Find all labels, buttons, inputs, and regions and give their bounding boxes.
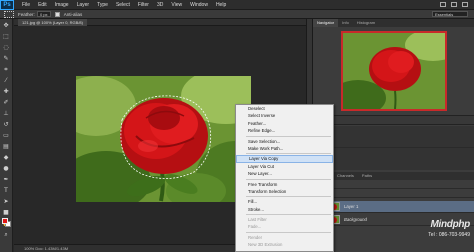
styles-label: Styles — [313, 140, 474, 148]
context-menu-item-deselect[interactable]: Deselect — [236, 105, 333, 112]
eraser-tool-icon[interactable]: ▭ — [2, 131, 11, 140]
history-brush-tool-icon[interactable]: ↺ — [2, 120, 11, 129]
layers-tabs: LayersChannelsPaths — [313, 172, 474, 180]
menu-separator — [246, 196, 331, 198]
window-controls — [440, 2, 474, 7]
document-tab[interactable]: 121.jpg @ 100% (Layer 0, RGB/8) — [18, 19, 87, 26]
menu-select[interactable]: Select — [112, 0, 134, 10]
menu-separator — [246, 178, 331, 180]
context-menu-item-layer-via-cut[interactable]: Layer Via Cut — [236, 163, 333, 170]
context-menu-item-refine-edge[interactable]: Refine Edge... — [236, 127, 333, 134]
close-icon[interactable] — [462, 2, 468, 7]
menu-filter[interactable]: Filter — [134, 0, 153, 10]
context-menu-item-select-inverse[interactable]: Select Inverse — [236, 112, 333, 119]
workspace-select[interactable]: Essentials — [432, 11, 468, 17]
healing-tool-icon[interactable]: ✚ — [2, 87, 11, 96]
menu-separator — [246, 153, 331, 155]
antialias-label: Anti-alias — [63, 11, 83, 17]
tools-panel: ✥ ⬚ ◌ ✎ ⌗ ⁄ ✚ ✐ ⊥ ↺ ▭ ▤ ◆ ● ✒ T ➤ ■ ✋ ⌕ — [0, 19, 13, 252]
menu-3d[interactable]: 3D — [153, 0, 167, 10]
clone-stamp-tool-icon[interactable]: ⊥ — [2, 109, 11, 118]
marquee-tool-icon[interactable]: ⬚ — [2, 32, 11, 41]
context-menu-item-free-transform[interactable]: Free Transform — [236, 181, 333, 188]
styles-panel: Styles — [313, 126, 474, 170]
context-menu-item-transform-selection[interactable]: Transform Selection — [236, 188, 333, 195]
navigator-tabs: Navigator Info Histogram — [313, 19, 474, 27]
minimize-icon[interactable] — [440, 2, 446, 7]
eyedropper-tool-icon[interactable]: ⁄ — [2, 76, 11, 85]
marquee-tool-preset-icon[interactable] — [4, 10, 14, 18]
menu-separator — [246, 231, 331, 233]
layer-name: Layer 1 — [344, 204, 359, 209]
maximize-icon[interactable] — [451, 2, 457, 7]
move-tool-icon[interactable]: ✥ — [2, 21, 11, 30]
feather-input[interactable]: 0 px — [36, 11, 51, 17]
lasso-tool-icon[interactable]: ◌ — [2, 43, 11, 52]
brush-tool-icon[interactable]: ✐ — [2, 98, 11, 107]
pen-tool-icon[interactable]: ✒ — [2, 175, 11, 184]
context-menu-item-fade: Fade... — [248, 224, 262, 230]
tab-info[interactable]: Info — [338, 19, 353, 27]
context-menu: Deselect Select Inverse Feather... Refine E… — [235, 104, 334, 252]
menu-layer[interactable]: Layer — [73, 0, 94, 10]
context-menu-item-new-3d-extrusion: New 3D Extrusion — [248, 242, 283, 248]
tab-channels[interactable]: Channels — [333, 172, 358, 180]
tab-histogram[interactable]: Histogram — [353, 19, 379, 27]
foreground-color-swatch[interactable] — [2, 218, 8, 224]
path-select-tool-icon[interactable]: ➤ — [2, 197, 11, 206]
crop-tool-icon[interactable]: ⌗ — [2, 65, 11, 74]
watermark: Mindphp Tel : 086-703-9949 — [402, 219, 474, 252]
shape-tool-icon[interactable]: ■ — [2, 208, 11, 217]
tab-paths[interactable]: Paths — [358, 172, 376, 180]
navigator-preview[interactable] — [341, 31, 447, 111]
watermark-brand: Mindphp — [430, 219, 470, 230]
menu-window[interactable]: Window — [186, 0, 212, 10]
context-menu-item-make-work-path[interactable]: Make Work Path... — [236, 145, 333, 152]
layer-blend-row[interactable] — [313, 180, 474, 189]
menu-separator — [246, 135, 331, 137]
gradient-tool-icon[interactable]: ▤ — [2, 142, 11, 151]
options-bar: Feather: 0 px Anti-alias Essentials — [0, 10, 474, 19]
feather-label: Feather: — [18, 11, 35, 17]
rose-image — [76, 76, 251, 202]
context-menu-item-feather[interactable]: Feather... — [236, 120, 333, 127]
context-menu-item-save-selection[interactable]: Save Selection... — [236, 138, 333, 145]
context-menu-item-new-layer[interactable]: New Layer... — [236, 170, 333, 177]
context-menu-item-layer-via-copy[interactable]: Layer Via Copy — [236, 155, 333, 163]
menu-edit[interactable]: Edit — [34, 0, 51, 10]
menu-image[interactable]: Image — [51, 0, 73, 10]
context-menu-item-last-filter: Last Filter — [248, 217, 267, 223]
zoom-tool-icon[interactable]: ⌕ — [2, 230, 11, 239]
main-menu: File Edit Image Layer Type Select Filter 3D View… — [18, 0, 230, 10]
menu-type[interactable]: Type — [93, 0, 112, 10]
menu-view[interactable]: View — [167, 0, 186, 10]
menu-separator — [246, 214, 331, 216]
type-tool-icon[interactable]: T — [2, 186, 11, 195]
document-tab-bar: 121.jpg @ 100% (Layer 0, RGB/8) — [14, 19, 306, 26]
tab-navigator[interactable]: Navigator — [313, 19, 339, 27]
color-swatches[interactable] — [2, 218, 12, 228]
layer-lock-row[interactable] — [313, 189, 474, 198]
menu-help[interactable]: Help — [212, 0, 230, 10]
context-menu-item-stroke[interactable]: Stroke... — [236, 206, 333, 213]
rose-photo[interactable] — [76, 76, 251, 202]
menu-file[interactable]: File — [18, 0, 34, 10]
layer-name: Background — [344, 217, 367, 222]
photoshop-logo: Ps — [0, 0, 14, 10]
watermark-phone: Tel : 086-703-9949 — [428, 232, 470, 238]
right-panel: NavigatorInfoHistogram Styles LayersChan… — [312, 19, 474, 252]
navigator-zoom-row[interactable] — [313, 115, 474, 125]
quick-select-tool-icon[interactable]: ✎ — [2, 54, 11, 63]
antialias-checkbox[interactable] — [54, 11, 60, 17]
dodge-tool-icon[interactable]: ● — [2, 164, 11, 173]
layer-row-1[interactable]: Layer 1 — [313, 201, 474, 213]
context-menu-item-render: Render — [248, 234, 263, 240]
menu-bar: Ps File Edit Image Layer Type Select Filter 3D V… — [0, 0, 474, 10]
navigator-thumbnail — [343, 33, 445, 109]
blur-tool-icon[interactable]: ◆ — [2, 153, 11, 162]
context-menu-item-fill[interactable]: Fill... — [236, 198, 333, 205]
